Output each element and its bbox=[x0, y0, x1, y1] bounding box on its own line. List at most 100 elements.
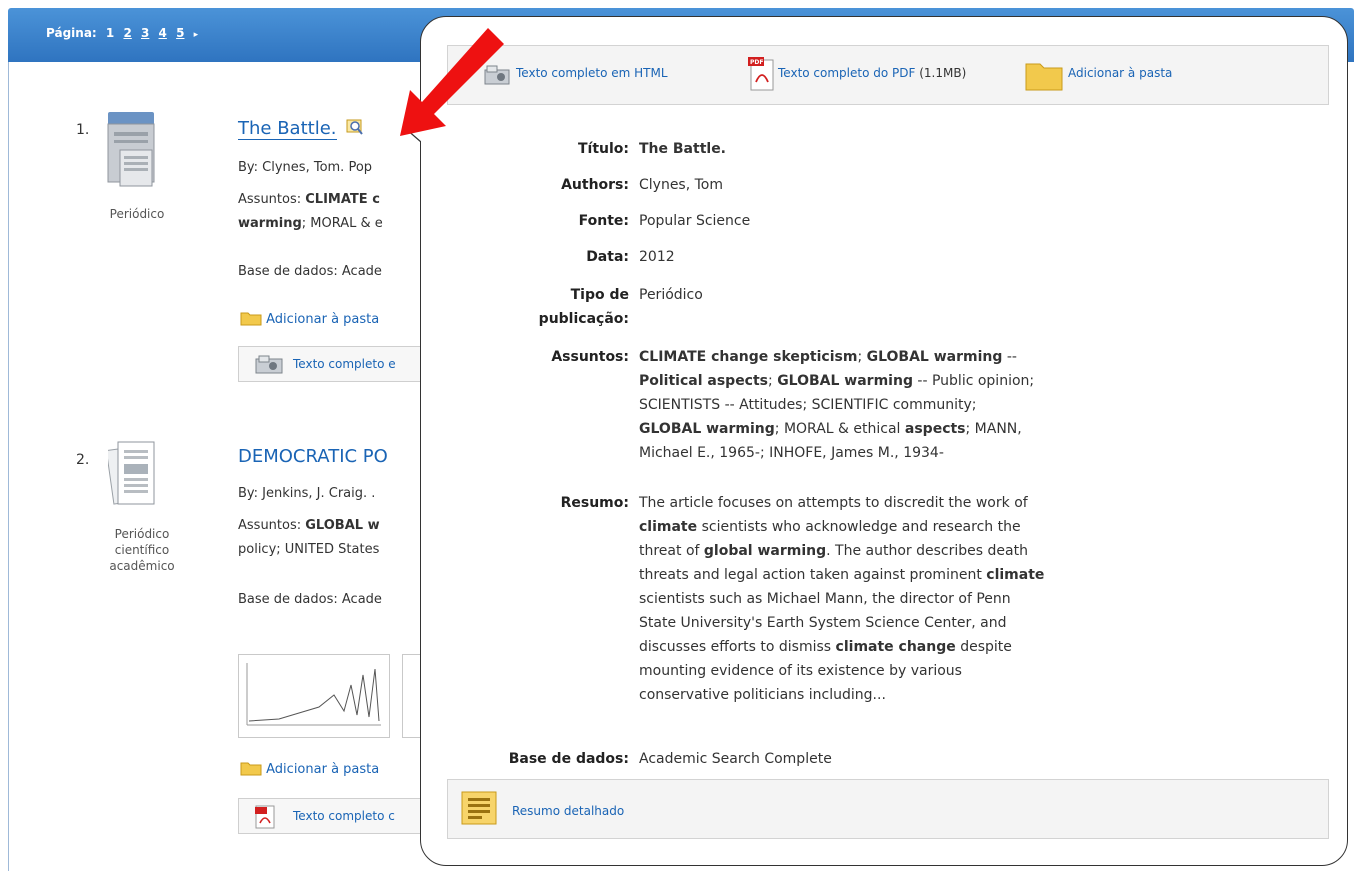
field-label: Fonte: bbox=[578, 213, 629, 229]
separator: -- bbox=[1002, 349, 1017, 365]
folder-icon bbox=[1024, 58, 1064, 96]
page-4-link[interactable]: 4 bbox=[159, 26, 167, 40]
popup-toolbar: Texto completo em HTML PDF Texto complet… bbox=[447, 45, 1329, 105]
fulltext-pdf-link[interactable]: Texto completo c bbox=[293, 809, 395, 823]
field-label-line: Tipo de bbox=[570, 287, 629, 303]
periodical-type-icon bbox=[106, 110, 156, 200]
page-3-link[interactable]: 3 bbox=[141, 26, 149, 40]
highlight-term: global warming bbox=[703, 543, 827, 559]
abstract-text: . The author describes death bbox=[826, 543, 1028, 559]
separator: ; bbox=[768, 373, 778, 389]
subject-term: warming bbox=[238, 216, 302, 231]
field-value: Academic Search Complete bbox=[639, 751, 832, 767]
abstract-line: The article focuses on attempts to discr… bbox=[639, 495, 1028, 511]
type-label-line: acadêmico bbox=[109, 559, 175, 573]
fulltext-html-box[interactable]: Texto completo e bbox=[238, 346, 438, 382]
next-page-icon[interactable]: ▸ bbox=[194, 30, 199, 40]
abstract-line: mounting evidence of its existence by va… bbox=[639, 663, 962, 679]
page-1[interactable]: 1 bbox=[106, 26, 114, 40]
field-label-line: publicação: bbox=[538, 311, 629, 327]
abstract-line: threat of global warming. The author des… bbox=[639, 539, 1129, 563]
page-5-link[interactable]: 5 bbox=[176, 26, 184, 40]
subjects-line: GLOBAL warming; MORAL & ethical aspects;… bbox=[639, 417, 1129, 441]
results-left-border bbox=[8, 62, 9, 871]
title-value: The Battle. bbox=[639, 141, 727, 157]
subject-term: GLOBAL w bbox=[305, 518, 380, 533]
pager-label: Página: bbox=[46, 26, 97, 40]
field-value: Popular Science bbox=[639, 213, 751, 229]
add-to-folder-link[interactable]: Adicionar à pasta bbox=[240, 760, 379, 777]
red-arrow-icon bbox=[388, 24, 508, 144]
preview-magnifier-icon[interactable] bbox=[346, 119, 364, 135]
type-label-line: Periódico bbox=[114, 527, 170, 541]
abstract-text: threat of bbox=[639, 543, 704, 559]
abstract-text: discusses efforts to dismiss bbox=[639, 639, 836, 655]
result-number: 1. bbox=[76, 122, 90, 138]
type-label-line: científico bbox=[114, 543, 170, 557]
pager: Página: 1 2 3 4 5 ▸ bbox=[46, 26, 203, 40]
result-byline: By: Jenkins, J. Craig. . bbox=[238, 486, 376, 501]
field-value: CLIMATE change skepticism; GLOBAL warmin… bbox=[639, 345, 1129, 465]
detailed-record-icon bbox=[460, 790, 500, 831]
folder-icon bbox=[240, 310, 262, 326]
result-subjects-line-2: policy; UNITED States bbox=[238, 542, 380, 557]
field-label: Assuntos: bbox=[551, 349, 629, 365]
fulltext-pdf-box[interactable]: Texto completo c bbox=[238, 798, 438, 834]
separator: ; bbox=[857, 349, 867, 365]
abstract-line: State University's Earth System Science … bbox=[639, 615, 1007, 631]
field-value: Clynes, Tom bbox=[639, 177, 724, 193]
add-to-folder-label[interactable]: Adicionar à pasta bbox=[266, 312, 379, 327]
field-label: Resumo: bbox=[560, 495, 629, 511]
abstract-line: climate scientists who acknowledge and r… bbox=[639, 515, 1129, 539]
subject-term: GLOBAL warming bbox=[866, 349, 1003, 365]
abstract-text: despite bbox=[955, 639, 1012, 655]
popup-footer: Resumo detalhado bbox=[447, 779, 1329, 839]
abstract-line: discusses efforts to dismiss climate cha… bbox=[639, 635, 1129, 659]
fulltext-pdf-link[interactable]: Texto completo do PDF (1.1MB) bbox=[778, 66, 966, 80]
result-database: Base de dados: Acade bbox=[238, 592, 382, 607]
figure-thumbnail[interactable] bbox=[238, 654, 390, 738]
preview-popup: Texto completo em HTML PDF Texto complet… bbox=[420, 16, 1348, 866]
highlight-term: climate bbox=[986, 567, 1045, 583]
abstract-text: threats and legal action taken against p… bbox=[639, 567, 987, 583]
field-label: Authors: bbox=[561, 177, 629, 193]
fulltext-html-link[interactable]: Texto completo e bbox=[293, 357, 396, 371]
figure-thumbnail[interactable] bbox=[402, 654, 422, 738]
subjects-line: CLIMATE change skepticism; GLOBAL warmin… bbox=[639, 345, 1129, 369]
detailed-record-link[interactable]: Resumo detalhado bbox=[512, 804, 624, 818]
add-to-folder-link[interactable]: Adicionar à pasta bbox=[1068, 66, 1172, 80]
abstract-line: scientists such as Michael Mann, the dir… bbox=[639, 591, 1011, 607]
result-byline: By: Clynes, Tom. Pop bbox=[238, 160, 373, 175]
result-type-label: Periódico bbox=[109, 207, 165, 221]
result-subjects-line-1: Assuntos: GLOBAL w bbox=[238, 518, 380, 533]
result-title-link[interactable]: The Battle. bbox=[238, 118, 364, 140]
subject-term: aspects bbox=[904, 421, 966, 437]
field-label: Tipo de publicação: bbox=[421, 283, 629, 331]
page-2-link[interactable]: 2 bbox=[123, 26, 131, 40]
pdf-icon bbox=[255, 805, 277, 829]
abstract-line: threats and legal action taken against p… bbox=[639, 563, 1129, 587]
result-title-text[interactable]: The Battle. bbox=[238, 118, 337, 140]
field-value: The Battle. bbox=[639, 137, 1129, 161]
subject-term: CLIMATE c bbox=[305, 192, 380, 207]
highlight-term: climate change bbox=[835, 639, 956, 655]
field-value: Periódico bbox=[639, 287, 703, 303]
result-subjects-line-2: warming; MORAL & e bbox=[238, 216, 383, 231]
fulltext-html-link[interactable]: Texto completo em HTML bbox=[516, 66, 668, 80]
field-label: Data: bbox=[586, 249, 629, 265]
subject-term: Political aspects bbox=[639, 373, 769, 389]
add-to-folder-label[interactable]: Adicionar à pasta bbox=[266, 762, 379, 777]
folder-icon bbox=[240, 760, 262, 776]
subject-term: -- Public opinion; bbox=[912, 373, 1035, 389]
result-subjects-line-1: Assuntos: CLIMATE c bbox=[238, 192, 380, 207]
abstract-text: scientists who acknowledge and research … bbox=[697, 519, 1021, 535]
subjects-line: SCIENTISTS -- Attitudes; SCIENTIFIC comm… bbox=[639, 397, 977, 413]
subjects-prefix: Assuntos: bbox=[238, 192, 306, 207]
subject-term: GLOBAL warming bbox=[777, 373, 913, 389]
academic-journal-type-icon bbox=[105, 438, 156, 522]
result-title-link[interactable]: DEMOCRATIC PO bbox=[238, 446, 388, 467]
subjects-line: Political aspects; GLOBAL warming -- Pub… bbox=[639, 369, 1129, 393]
add-to-folder-link[interactable]: Adicionar à pasta bbox=[240, 310, 379, 327]
fulltext-pdf-label[interactable]: Texto completo do PDF bbox=[778, 66, 915, 80]
subjects-line: Michael E., 1965-; INHOFE, James M., 193… bbox=[639, 445, 944, 461]
